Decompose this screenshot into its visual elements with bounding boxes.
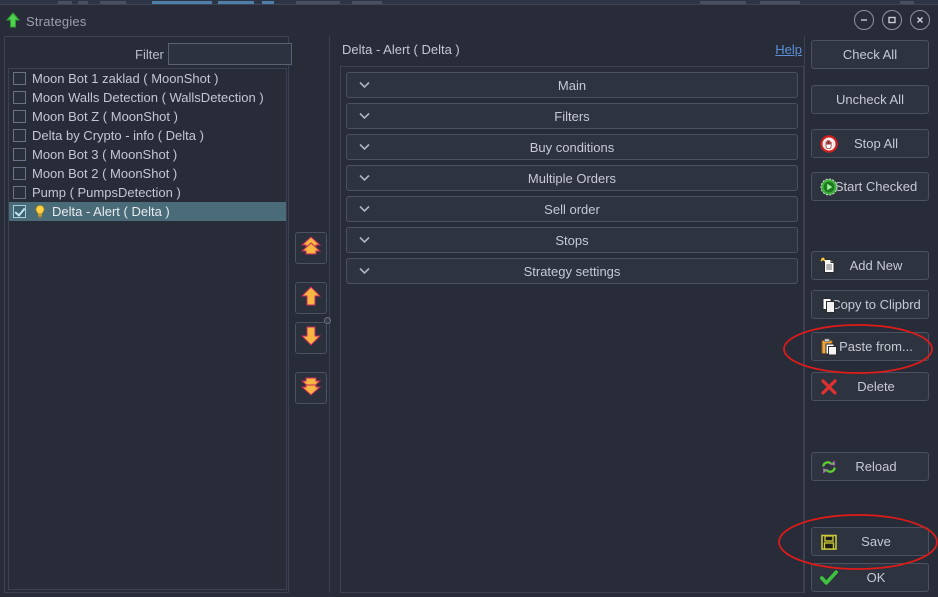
title-bar: Strategies (0, 5, 938, 35)
list-item[interactable]: Delta by Crypto - info ( Delta ) (9, 126, 286, 145)
strategy-label: Moon Bot Z ( MoonShot ) (32, 109, 178, 124)
section-header-strategy-settings[interactable]: Strategy settings (346, 258, 798, 284)
button-label: Check All (842, 47, 898, 62)
start-checked-button[interactable]: Start Checked (811, 172, 929, 201)
save-button[interactable]: Save (811, 527, 929, 556)
list-item-selected[interactable]: Delta - Alert ( Delta ) (9, 202, 286, 221)
section-label: Multiple Orders (527, 170, 617, 186)
strategy-checkbox[interactable] (13, 167, 26, 180)
strategy-editor-panel: Delta - Alert ( Delta ) Help Main Filter… (340, 36, 804, 593)
strategy-label: Moon Bot 2 ( MoonShot ) (32, 166, 178, 181)
chevron-down-icon (359, 231, 370, 249)
arrow-up-icon (300, 285, 322, 312)
arrow-down-icon (300, 325, 322, 352)
strategy-checkbox[interactable] (13, 129, 26, 142)
stop-hand-icon (820, 134, 838, 153)
strategy-label: Moon Walls Detection ( WallsDetection ) (32, 90, 264, 105)
delete-button[interactable]: Delete (811, 372, 929, 401)
reorder-button-column (293, 36, 335, 593)
double-chevron-up-icon (300, 235, 322, 262)
strategy-checkbox[interactable] (13, 148, 26, 161)
chevron-down-icon (359, 169, 370, 187)
strategy-checkbox[interactable] (13, 110, 26, 123)
actions-panel: Check All Uncheck All Stop All Start Che… (804, 36, 934, 593)
panel-divider (329, 36, 330, 593)
filter-row: Filter (5, 41, 292, 67)
copy-icon (820, 296, 838, 314)
reload-icon (820, 458, 838, 476)
panel-divider (804, 36, 805, 593)
lightbulb-icon (32, 204, 48, 220)
strategy-checkbox[interactable] (13, 72, 26, 85)
chevron-down-icon (359, 107, 370, 125)
filter-label: Filter (135, 47, 164, 62)
strategies-list-panel: Filter Moon Bot 1 zaklad ( MoonShot ) Mo… (4, 36, 292, 593)
uncheck-all-button[interactable]: Uncheck All (811, 85, 929, 114)
help-link[interactable]: Help (775, 42, 802, 57)
section-label: Strategy settings (523, 263, 621, 279)
check-all-button[interactable]: Check All (811, 40, 929, 69)
strategy-label: Delta by Crypto - info ( Delta ) (32, 128, 204, 143)
add-new-button[interactable]: Add New (811, 251, 929, 280)
stop-all-button[interactable]: Stop All (811, 129, 929, 158)
section-label: Buy conditions (529, 139, 615, 155)
strategy-label: Moon Bot 1 zaklad ( MoonShot ) (32, 71, 219, 86)
strategy-checkbox[interactable] (13, 205, 26, 218)
chevron-down-icon (359, 76, 370, 94)
play-circle-icon (820, 178, 838, 196)
list-item[interactable]: Pump ( PumpsDetection ) (9, 183, 286, 202)
page-title: Delta - Alert ( Delta ) (342, 42, 460, 57)
strategy-checkbox[interactable] (13, 186, 26, 199)
paste-icon (820, 338, 838, 356)
maximize-button[interactable] (882, 10, 902, 30)
section-label: Filters (554, 108, 590, 124)
strategy-label: Pump ( PumpsDetection ) (32, 185, 181, 200)
list-item[interactable]: Moon Walls Detection ( WallsDetection ) (9, 88, 286, 107)
section-header-stops[interactable]: Stops (346, 227, 798, 253)
reload-button[interactable]: Reload (811, 452, 929, 481)
strategy-label: Delta - Alert ( Delta ) (52, 204, 170, 219)
floppy-disk-icon (820, 533, 838, 551)
list-item[interactable]: Moon Bot 2 ( MoonShot ) (9, 164, 286, 183)
section-header-sell-order[interactable]: Sell order (346, 196, 798, 222)
chevron-down-icon (359, 200, 370, 218)
move-to-bottom-button[interactable] (295, 372, 327, 404)
window-title: Strategies (26, 14, 87, 29)
list-item[interactable]: Moon Bot Z ( MoonShot ) (9, 107, 286, 126)
strategies-window: Strategies Filter Moon Bot 1 zaklad (Mo… (0, 0, 938, 597)
sections-container: Main Filters Buy conditions Multiple Ord… (340, 66, 804, 593)
move-up-button[interactable] (295, 282, 327, 314)
move-down-button[interactable] (295, 322, 327, 354)
list-item[interactable]: Moon Bot 1 zaklad ( MoonShot ) (9, 69, 286, 88)
window-controls (854, 10, 930, 30)
move-to-top-button[interactable] (295, 232, 327, 264)
green-check-icon (820, 569, 838, 587)
section-header-multiple-orders[interactable]: Multiple Orders (346, 165, 798, 191)
section-label: Sell order (544, 201, 600, 217)
strategy-label: Moon Bot 3 ( MoonShot ) (32, 147, 178, 162)
section-header-main[interactable]: Main (346, 72, 798, 98)
strategies-listbox[interactable]: Moon Bot 1 zaklad ( MoonShot ) Moon Wall… (8, 68, 287, 590)
button-label: Uncheck All (836, 92, 904, 107)
new-document-icon (820, 257, 838, 275)
chevron-down-icon (359, 138, 370, 156)
paste-from-button[interactable]: Paste from... (811, 332, 929, 361)
double-chevron-down-icon (300, 375, 322, 402)
section-header-buy-conditions[interactable]: Buy conditions (346, 134, 798, 160)
ok-button[interactable]: OK (811, 563, 929, 592)
minimize-button[interactable] (854, 10, 874, 30)
close-button[interactable] (910, 10, 930, 30)
filter-input[interactable] (168, 43, 292, 65)
up-arrow-icon (5, 12, 21, 28)
strategy-checkbox[interactable] (13, 91, 26, 104)
copy-to-clipboard-button[interactable]: Copy to Clipbrd (811, 290, 929, 319)
red-x-icon (820, 378, 838, 396)
section-label: Stops (555, 232, 589, 248)
section-header-filters[interactable]: Filters (346, 103, 798, 129)
chevron-down-icon (359, 262, 370, 280)
section-label: Main (557, 77, 587, 93)
list-item[interactable]: Moon Bot 3 ( MoonShot ) (9, 145, 286, 164)
